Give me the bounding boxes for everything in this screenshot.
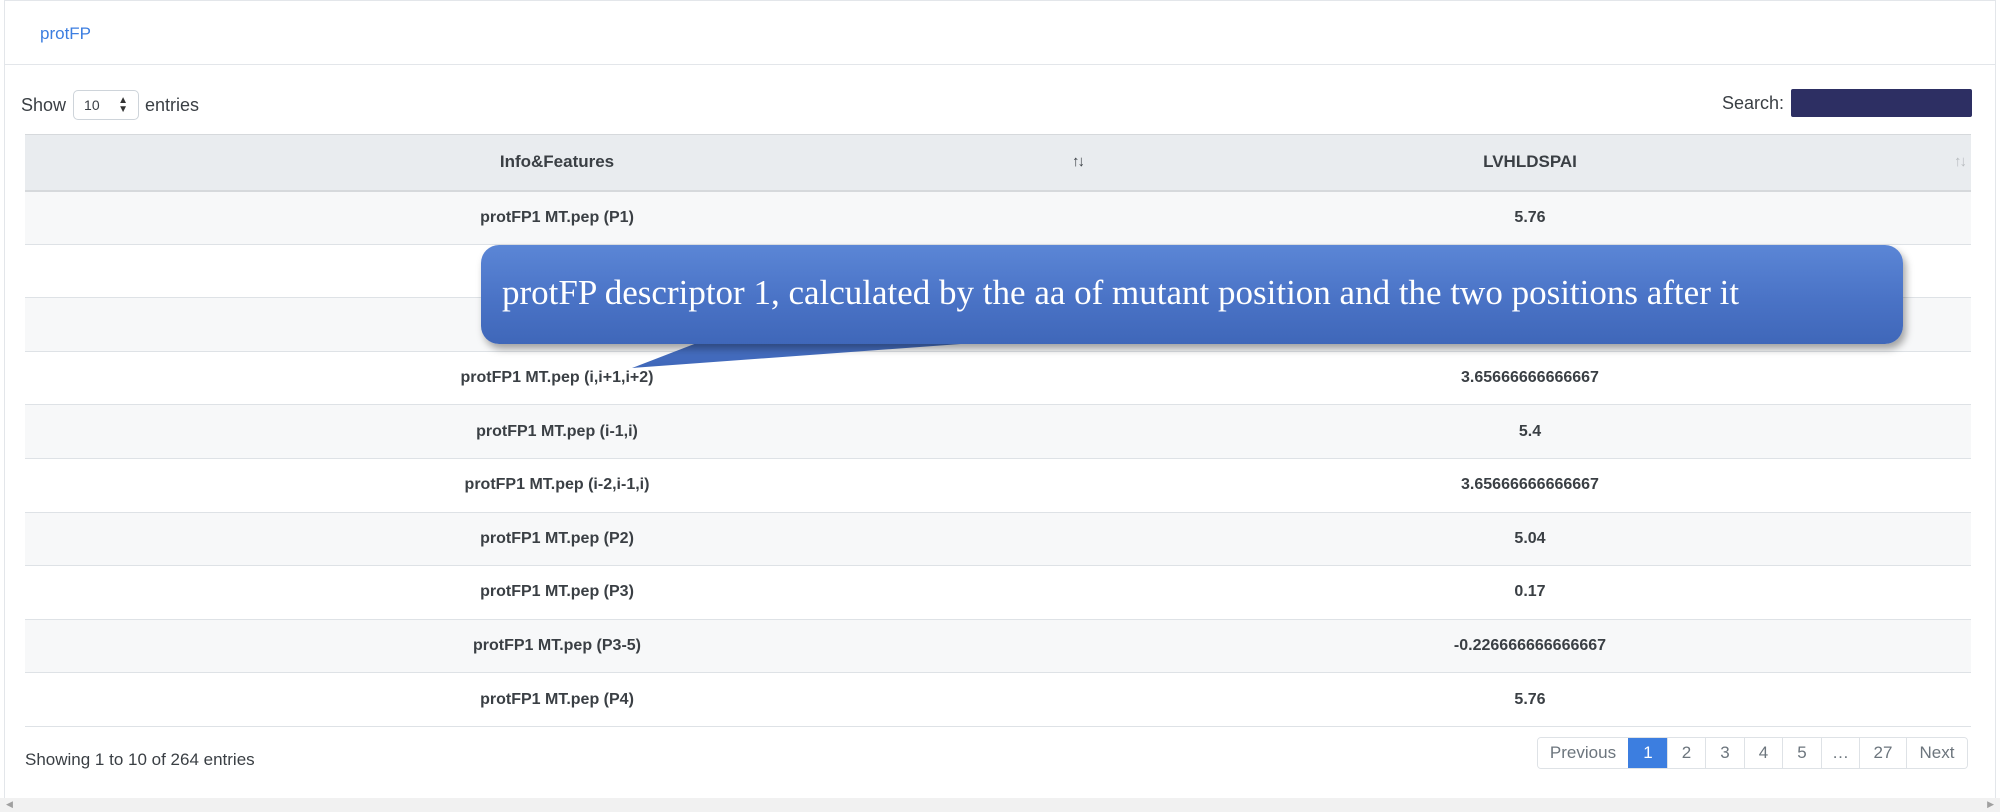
page-button-1[interactable]: 1 bbox=[1628, 738, 1667, 768]
feature-cell: protFP1 MT.pep (P1) bbox=[25, 190, 1089, 245]
show-label: Show bbox=[21, 94, 67, 115]
value-cell: 3.65666666666667 bbox=[1089, 351, 1971, 406]
table-row: protFP1 MT.pep (i-1,i) 5.4 bbox=[25, 404, 1971, 459]
value-cell: 3.65666666666667 bbox=[1089, 458, 1971, 513]
value-cell: -0.226666666666667 bbox=[1089, 619, 1971, 674]
value-cell: 5.76 bbox=[1089, 672, 1971, 727]
tooltip-callout: protFP descriptor 1, calculated by the a… bbox=[481, 245, 1903, 344]
horizontal-scrollbar[interactable]: ◀ ▶ bbox=[0, 798, 2000, 812]
select-arrows-icon: ▲ ▼ bbox=[118, 95, 129, 115]
page-button-4[interactable]: 4 bbox=[1744, 738, 1782, 768]
search-control: Search: bbox=[1722, 89, 1972, 117]
search-input[interactable] bbox=[1791, 89, 1972, 117]
next-page-button[interactable]: Next bbox=[1906, 738, 1967, 768]
page-ellipsis: … bbox=[1821, 738, 1859, 768]
search-label: Search: bbox=[1721, 92, 1784, 113]
page-length-select[interactable]: 10 ▲ ▼ bbox=[73, 90, 140, 120]
feature-cell: protFP1 MT.pep (P2) bbox=[25, 512, 1089, 567]
table-row: protFP1 MT.pep (P3-5) -0.226666666666667 bbox=[25, 619, 1971, 674]
feature-cell: protFP1 MT.pep (P3-5) bbox=[25, 619, 1089, 674]
data-table: Info&Features ↑↓ LVHLDSPAI ↑↓ protFP1 MT… bbox=[25, 134, 1971, 727]
scroll-right-icon[interactable]: ▶ bbox=[1987, 799, 1994, 810]
value-cell: 5.4 bbox=[1089, 404, 1971, 459]
feature-cell: protFP1 MT.pep (P3) bbox=[25, 565, 1089, 620]
table-row: protFP1 MT.pep (P4) 5.76 bbox=[25, 672, 1971, 727]
pagination: Previous 1 2 3 4 5 … 27 Next bbox=[1537, 737, 1968, 769]
table-header-row: Info&Features ↑↓ LVHLDSPAI ↑↓ bbox=[25, 134, 1971, 192]
feature-cell: protFP1 MT.pep (i-2,i-1,i) bbox=[25, 458, 1089, 513]
page-button-2[interactable]: 2 bbox=[1667, 738, 1705, 768]
table-row: protFP1 MT.pep (P3) 0.17 bbox=[25, 565, 1971, 620]
card-header: protFP bbox=[5, 1, 1995, 65]
table-row: protFP1 MT.pep (P1) 5.76 bbox=[25, 190, 1971, 245]
value-cell: 5.04 bbox=[1089, 512, 1971, 567]
value-cell: 0.17 bbox=[1089, 565, 1971, 620]
table-row: protFP1 MT.pep (i,i+1,i+2) 3.65666666666… bbox=[25, 351, 1971, 406]
sort-icon: ↑↓ bbox=[1072, 153, 1085, 170]
sort-icon: ↑↓ bbox=[1954, 153, 1967, 170]
column-header-label: Info&Features bbox=[499, 152, 615, 172]
feature-cell: protFP1 MT.pep (i,i+1,i+2) bbox=[25, 351, 1089, 406]
page-button-27[interactable]: 27 bbox=[1859, 738, 1906, 768]
scroll-left-icon[interactable]: ◀ bbox=[6, 799, 13, 810]
table-info: Showing 1 to 10 of 264 entries bbox=[25, 750, 255, 769]
tooltip-text: protFP descriptor 1, calculated by the a… bbox=[502, 273, 1740, 312]
page-button-5[interactable]: 5 bbox=[1782, 738, 1821, 768]
column-header-lvhldspai[interactable]: LVHLDSPAI ↑↓ bbox=[1089, 134, 1971, 192]
previous-page-button[interactable]: Previous bbox=[1538, 738, 1628, 768]
page-length-value: 10 bbox=[84, 97, 100, 113]
tab-protfp[interactable]: protFP bbox=[40, 24, 91, 44]
column-header-label: LVHLDSPAI bbox=[1483, 152, 1577, 172]
feature-cell: protFP1 MT.pep (P4) bbox=[25, 672, 1089, 727]
entries-label: entries bbox=[145, 94, 200, 115]
length-control: Show 10 ▲ ▼ entries bbox=[21, 90, 199, 120]
column-header-info-features[interactable]: Info&Features ↑↓ bbox=[25, 134, 1089, 192]
table-row: protFP1 MT.pep (i-2,i-1,i) 3.65666666666… bbox=[25, 458, 1971, 513]
feature-cell: protFP1 MT.pep (i-1,i) bbox=[25, 404, 1089, 459]
page-button-3[interactable]: 3 bbox=[1705, 738, 1744, 768]
value-cell: 5.76 bbox=[1089, 190, 1971, 245]
table-row: protFP1 MT.pep (P2) 5.04 bbox=[25, 512, 1971, 567]
